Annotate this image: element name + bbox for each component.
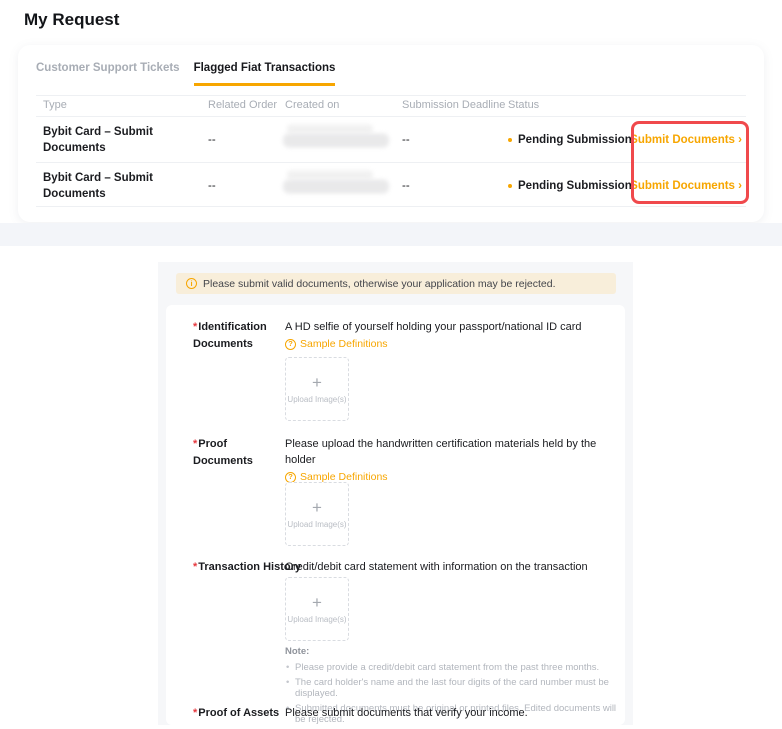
field-description: Credit/debit card statement with informa… <box>285 559 617 575</box>
field-label-identification-documents: *Identification Documents <box>193 319 285 353</box>
col-header-submission-deadline: Submission Deadline <box>402 99 505 111</box>
cell-related-order: -- <box>208 134 216 146</box>
required-mark: * <box>193 438 197 450</box>
status-dot-icon <box>508 138 512 142</box>
plus-icon: + <box>312 374 322 391</box>
help-circle-icon: ? <box>285 339 296 350</box>
chevron-right-icon: › <box>738 180 742 192</box>
col-header-type: Type <box>43 99 67 111</box>
required-mark: * <box>193 321 197 333</box>
note-title: Note: <box>285 646 620 657</box>
submit-documents-panel: i Please submit valid documents, otherwi… <box>158 262 633 725</box>
tab-customer-support-tickets[interactable]: Customer Support Tickets <box>36 60 180 86</box>
note-item: The card holder's name and the last four… <box>285 677 620 700</box>
cell-created-on-redacted <box>283 131 389 148</box>
redaction-blur <box>287 170 373 179</box>
cell-submission-deadline: -- <box>402 134 410 146</box>
upload-label: Upload Image(s) <box>287 615 346 624</box>
tabbar-divider <box>36 95 746 96</box>
field-description: A HD selfie of yourself holding your pas… <box>285 319 617 335</box>
redaction-blur <box>283 133 389 147</box>
section-background-strip <box>0 223 782 246</box>
sample-definitions-link[interactable]: ? Sample Definitions <box>285 338 388 350</box>
plus-icon: + <box>312 594 322 611</box>
upload-label: Upload Image(s) <box>287 520 346 529</box>
upload-image-dropzone[interactable]: + Upload Image(s) <box>285 577 349 641</box>
submit-documents-link[interactable]: Submit Documents › <box>630 180 742 192</box>
page-title: My Request <box>24 10 119 30</box>
document-form-card: *Identification Documents A HD selfie of… <box>166 305 625 725</box>
chevron-right-icon: › <box>738 134 742 146</box>
info-circle-icon: i <box>186 278 197 289</box>
warning-banner: i Please submit valid documents, otherwi… <box>176 273 616 294</box>
required-mark: * <box>193 707 197 719</box>
cell-type: Bybit Card – Submit Documents <box>43 170 153 202</box>
cell-submission-deadline: -- <box>402 180 410 192</box>
redaction-blur <box>283 179 389 193</box>
plus-icon: + <box>312 499 322 516</box>
note-item: Please provide a credit/debit card state… <box>285 662 620 674</box>
tab-flagged-fiat-transactions[interactable]: Flagged Fiat Transactions <box>194 60 336 86</box>
redaction-blur <box>287 124 373 133</box>
cell-type: Bybit Card – Submit Documents <box>43 124 153 156</box>
warning-banner-text: Please submit valid documents, otherwise… <box>203 278 556 290</box>
field-description: Please upload the handwritten certificat… <box>285 436 617 468</box>
status-badge: Pending Submission <box>508 180 632 192</box>
upload-label: Upload Image(s) <box>287 395 346 404</box>
requests-card: Customer Support Tickets Flagged Fiat Tr… <box>18 45 764 222</box>
tab-bar: Customer Support Tickets Flagged Fiat Tr… <box>36 60 335 86</box>
help-circle-icon: ? <box>285 472 296 483</box>
upload-image-dropzone[interactable]: + Upload Image(s) <box>285 482 349 546</box>
row-divider <box>36 206 746 207</box>
col-header-related-order: Related Order <box>208 99 277 111</box>
table-row: Bybit Card – Submit Documents -- -- Pend… <box>18 163 764 208</box>
field-description: Please submit documents that verify your… <box>285 705 617 721</box>
cell-related-order: -- <box>208 180 216 192</box>
cell-created-on-redacted <box>283 177 389 194</box>
required-mark: * <box>193 561 197 573</box>
field-label-proof-documents: *Proof Documents <box>193 436 285 470</box>
status-dot-icon <box>508 184 512 188</box>
col-header-created-on: Created on <box>285 99 339 111</box>
table-row: Bybit Card – Submit Documents -- -- Pend… <box>18 117 764 162</box>
submit-documents-link[interactable]: Submit Documents › <box>630 134 742 146</box>
col-header-status: Status <box>508 99 539 111</box>
status-badge: Pending Submission <box>508 134 632 146</box>
upload-image-dropzone[interactable]: + Upload Image(s) <box>285 357 349 421</box>
